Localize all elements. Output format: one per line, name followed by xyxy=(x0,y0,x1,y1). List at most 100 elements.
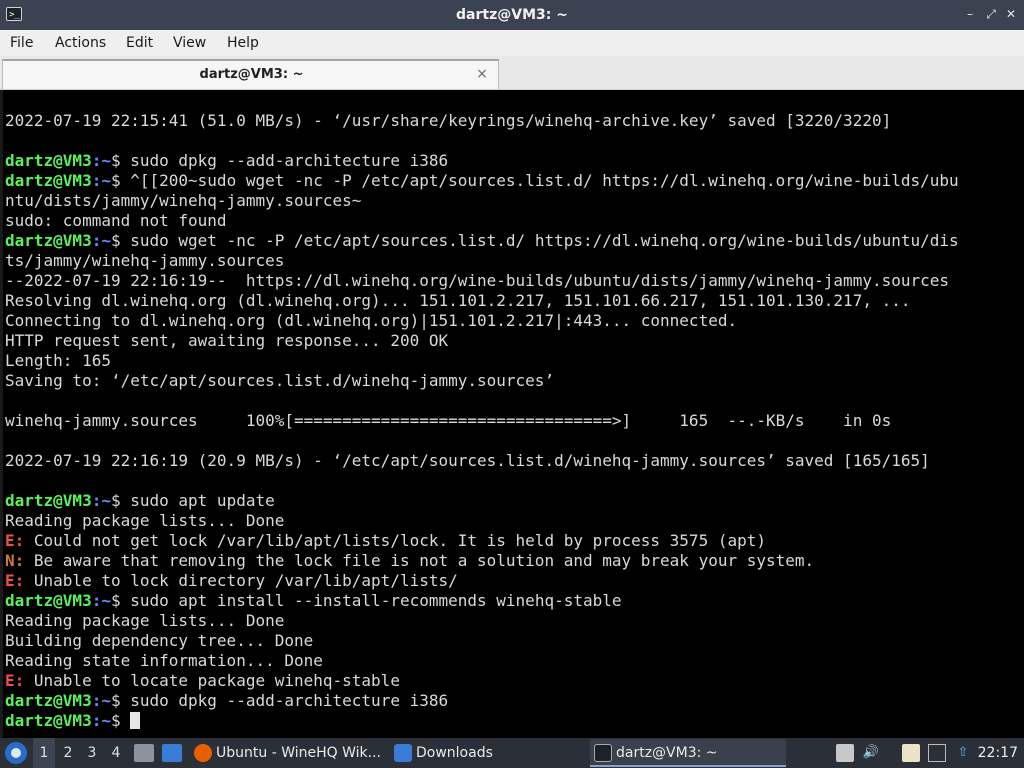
prompt-user: dartz@VM3 xyxy=(5,711,92,730)
line-text: Reading package lists... Done xyxy=(5,611,285,630)
terminal-line: Connecting to dl.winehq.org (dl.winehq.o… xyxy=(5,311,1020,331)
update-notifier-icon[interactable]: ⇧ xyxy=(954,744,972,762)
menu-actions[interactable]: Actions xyxy=(55,30,106,56)
line-text: Resolving dl.winehq.org (dl.winehq.org).… xyxy=(5,291,911,310)
line-text: Could not get lock /var/lib/apt/lists/lo… xyxy=(24,531,766,550)
show-desktop-icon[interactable] xyxy=(162,744,182,762)
window-titlebar[interactable]: >_ dartz@VM3: ~ – ⤢ ✕ xyxy=(0,0,1024,30)
workspace-2[interactable]: 2 xyxy=(57,738,79,768)
menu-view[interactable]: View xyxy=(173,30,206,56)
workspace-1[interactable]: 1 xyxy=(33,738,55,768)
terminal-line: Resolving dl.winehq.org (dl.winehq.org).… xyxy=(5,291,1020,311)
line-text: Unable to lock directory /var/lib/apt/li… xyxy=(24,571,458,590)
terminal-line: Reading package lists... Done xyxy=(5,511,1020,531)
terminal-icon xyxy=(594,744,612,762)
tab-terminal[interactable]: dartz@VM3: ~ × xyxy=(2,59,499,89)
line-text: $ xyxy=(110,711,131,730)
line-text: Reading package lists... Done xyxy=(5,511,285,530)
prompt-user: dartz@VM3 xyxy=(5,591,92,610)
line-text: Be aware that removing the lock file is … xyxy=(24,551,815,570)
tab-label: dartz@VM3: ~ xyxy=(199,67,304,82)
tab-close-icon[interactable]: × xyxy=(474,65,490,83)
task-downloads[interactable]: Downloads xyxy=(390,739,586,767)
line-text: --2022-07-19 22:16:19-- https://dl.wineh… xyxy=(5,271,950,290)
notice-tag: N: xyxy=(5,551,25,570)
text-cursor xyxy=(130,712,141,729)
line-text: Unable to locate package winehq-stable xyxy=(24,671,400,690)
clock[interactable]: 22:17 xyxy=(978,738,1018,768)
terminal-line: dartz@VM3:~$ sudo apt update xyxy=(5,491,1020,511)
prompt-user: dartz@VM3 xyxy=(5,691,92,710)
file-manager-launcher-icon[interactable] xyxy=(134,744,154,762)
minimize-button[interactable]: – xyxy=(962,6,978,22)
start-menu-icon[interactable] xyxy=(5,742,27,764)
terminal-line: winehq-jammy.sources 100%[==============… xyxy=(5,411,1020,431)
task-label: Ubuntu - WineHQ Wik... xyxy=(216,745,381,761)
line-text: 2022-07-19 22:16:19 (20.9 MB/s) - ‘/etc/… xyxy=(5,451,930,470)
menu-bar: File Actions Edit View Help xyxy=(0,30,1024,56)
line-text: $ sudo apt install --install-recommends … xyxy=(110,591,622,610)
workspace-3[interactable]: 3 xyxy=(81,738,103,768)
terminal-line: 2022-07-19 22:15:41 (51.0 MB/s) - ‘/usr/… xyxy=(5,111,1020,131)
line-text: Reading state information... Done xyxy=(5,651,323,670)
line-text: Saving to: ‘/etc/apt/sources.list.d/wine… xyxy=(5,371,555,390)
workspace-4[interactable]: 4 xyxy=(105,738,127,768)
menu-file[interactable]: File xyxy=(10,30,33,56)
error-tag: E: xyxy=(5,571,25,590)
line-text: sudo: command not found xyxy=(5,211,227,230)
terminal-line: dartz@VM3:~$ ^[[200~sudo wget -nc -P /et… xyxy=(5,171,1020,191)
prompt-path: :~ xyxy=(91,231,111,250)
task-label: dartz@VM3: ~ xyxy=(616,745,718,761)
terminal-line: ts/jammy/winehq-jammy.sources xyxy=(5,251,1020,271)
terminal-view[interactable]: 2022-07-19 22:15:41 (51.0 MB/s) - ‘/usr/… xyxy=(0,90,1024,738)
prompt-user: dartz@VM3 xyxy=(5,491,92,510)
line-text: Building dependency tree... Done xyxy=(5,631,314,650)
line-text: HTTP request sent, awaiting response... … xyxy=(5,331,449,350)
line-text: $ sudo dpkg --add-architecture i386 xyxy=(110,691,449,710)
clipboard-icon[interactable] xyxy=(902,744,920,762)
prompt-path: :~ xyxy=(91,151,111,170)
tray-app-icon[interactable] xyxy=(836,744,854,762)
menu-edit[interactable]: Edit xyxy=(126,30,153,56)
terminal-line: Reading state information... Done xyxy=(5,651,1020,671)
terminal-line: dartz@VM3:~$ sudo wget -nc -P /etc/apt/s… xyxy=(5,231,1020,251)
terminal-line: HTTP request sent, awaiting response... … xyxy=(5,331,1020,351)
line-text: 2022-07-19 22:15:41 (51.0 MB/s) - ‘/usr/… xyxy=(5,111,892,130)
prompt-user: dartz@VM3 xyxy=(5,231,92,250)
terminal-line: Saving to: ‘/etc/apt/sources.list.d/wine… xyxy=(5,371,1020,391)
prompt-path: :~ xyxy=(91,591,111,610)
taskbar: 1 2 3 4 Ubuntu - WineHQ Wik... Downloads… xyxy=(0,738,1024,768)
maximize-button[interactable]: ⤢ xyxy=(983,6,999,22)
line-text: ts/jammy/winehq-jammy.sources xyxy=(5,251,285,270)
prompt-path: :~ xyxy=(91,691,111,710)
task-label: Downloads xyxy=(416,745,493,761)
terminal-line: dartz@VM3:~$ xyxy=(5,711,1020,731)
error-tag: E: xyxy=(5,671,25,690)
task-firefox[interactable]: Ubuntu - WineHQ Wik... xyxy=(190,739,386,767)
task-terminal[interactable]: dartz@VM3: ~ xyxy=(590,739,786,767)
network-icon[interactable] xyxy=(928,744,946,762)
prompt-path: :~ xyxy=(91,711,111,730)
prompt-user: dartz@VM3 xyxy=(5,171,92,190)
line-text: Length: 165 xyxy=(5,351,111,370)
terminal-line: E: Unable to lock directory /var/lib/apt… xyxy=(5,571,1020,591)
close-window-button[interactable]: ✕ xyxy=(1003,6,1019,22)
error-tag: E: xyxy=(5,531,25,550)
line-text: $ ^[[200~sudo wget -nc -P /etc/apt/sourc… xyxy=(110,171,959,190)
line-text: $ sudo wget -nc -P /etc/apt/sources.list… xyxy=(110,231,959,250)
prompt-user: dartz@VM3 xyxy=(5,151,92,170)
terminal-line: dartz@VM3:~$ sudo dpkg --add-architectur… xyxy=(5,691,1020,711)
terminal-line: sudo: command not found xyxy=(5,211,1020,231)
terminal-line: ntu/dists/jammy/winehq-jammy.sources~ xyxy=(5,191,1020,211)
line-text: ntu/dists/jammy/winehq-jammy.sources~ xyxy=(5,191,362,210)
menu-help[interactable]: Help xyxy=(227,30,259,56)
volume-icon[interactable]: 🔊 xyxy=(862,744,880,762)
terminal-line: 2022-07-19 22:16:19 (20.9 MB/s) - ‘/etc/… xyxy=(5,451,1020,471)
folder-icon xyxy=(394,744,412,762)
terminal-line: Building dependency tree... Done xyxy=(5,631,1020,651)
line-text: $ sudo apt update xyxy=(110,491,275,510)
firefox-icon xyxy=(194,744,212,762)
